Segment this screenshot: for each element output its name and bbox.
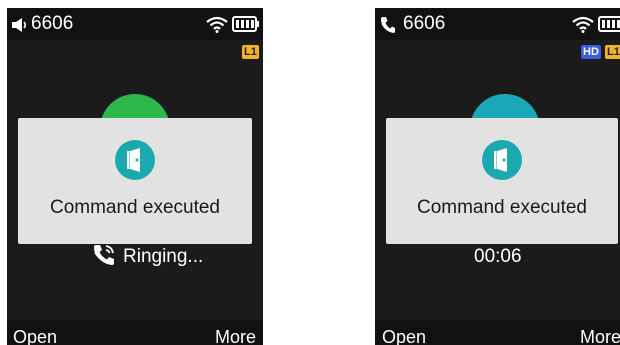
softkey-bar: Open More bbox=[7, 320, 263, 345]
ringing-phone-icon bbox=[91, 242, 117, 273]
phone-screen-ringing: 6606 L1 Command executed Ringing... Open… bbox=[7, 8, 263, 345]
extension-number: 6606 bbox=[31, 13, 74, 34]
softkey-more[interactable]: More bbox=[215, 327, 256, 345]
line-badge: L1 bbox=[605, 45, 620, 59]
hd-badge: HD bbox=[581, 45, 601, 59]
softkey-open[interactable]: Open bbox=[13, 327, 57, 345]
toast-message: Command executed bbox=[416, 197, 588, 218]
door-icon bbox=[482, 140, 522, 180]
wifi-icon bbox=[206, 16, 228, 39]
door-icon bbox=[115, 140, 155, 180]
softkey-more[interactable]: More bbox=[580, 327, 620, 345]
status-bar: 6606 bbox=[7, 8, 263, 40]
extension-number: 6606 bbox=[403, 13, 446, 34]
softkey-open[interactable]: Open bbox=[382, 327, 426, 345]
toast-dialog: Command executed bbox=[386, 118, 618, 244]
call-status-text: Ringing... bbox=[123, 246, 204, 267]
toast-message: Command executed bbox=[49, 197, 221, 218]
call-duration: 00:06 bbox=[474, 246, 522, 267]
wifi-icon bbox=[572, 16, 594, 39]
line-badge: L1 bbox=[242, 45, 259, 59]
toast-dialog: Command executed bbox=[18, 118, 252, 244]
status-bar: 6606 bbox=[375, 8, 620, 40]
speaker-icon bbox=[11, 17, 29, 39]
battery-icon bbox=[232, 16, 260, 38]
phone-screen-connected: 6606 HD L1 Command executed 00:06 Open M… bbox=[375, 8, 620, 345]
battery-icon bbox=[598, 16, 620, 38]
phone-icon bbox=[380, 16, 396, 40]
softkey-bar: Open More bbox=[375, 320, 620, 345]
